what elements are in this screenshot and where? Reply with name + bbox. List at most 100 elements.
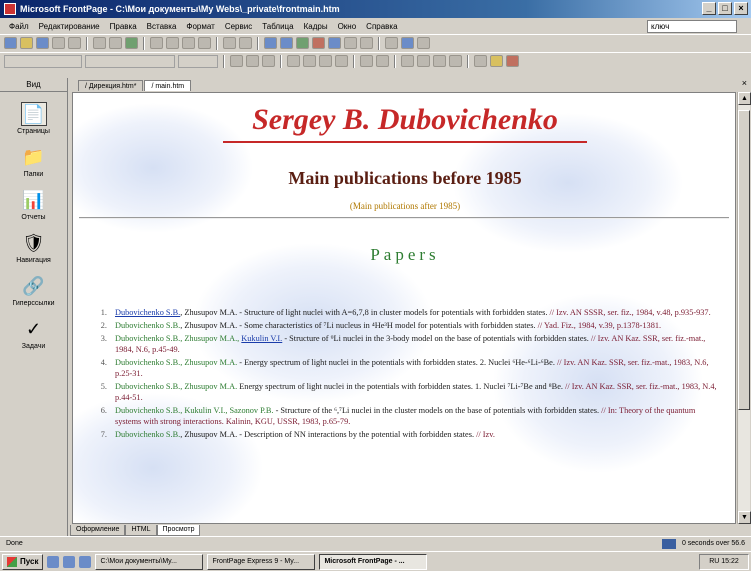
decrease-indent-icon[interactable]	[433, 55, 446, 67]
menu-tools[interactable]: Сервис	[220, 22, 257, 31]
author-name: Dubovichenko S.B., Zhusupov M.A.	[115, 358, 238, 367]
view-page-label: Страницы	[17, 128, 50, 135]
menu-edit[interactable]: Редактирование	[34, 22, 105, 31]
close-button[interactable]: ×	[734, 2, 748, 15]
close-document-icon[interactable]: ×	[742, 78, 747, 88]
tab-normal[interactable]: Оформление	[70, 525, 126, 536]
task-frontpage[interactable]: Microsoft FrontPage - ...	[319, 553, 428, 570]
minimize-button[interactable]: _	[702, 2, 716, 15]
quicklaunch-desktop-icon[interactable]	[63, 555, 76, 568]
author-name: Dubovichenko S.B., Zhusupov M.A.,	[115, 334, 242, 343]
increase-indent-icon[interactable]	[449, 55, 462, 67]
border-icon[interactable]	[474, 55, 487, 67]
numbering-icon[interactable]	[401, 55, 414, 67]
print-icon[interactable]	[93, 37, 106, 49]
justify-icon[interactable]	[335, 55, 348, 67]
scroll-down-icon[interactable]: ▼	[738, 511, 751, 524]
undo-icon[interactable]	[223, 37, 236, 49]
toolbar-separator	[467, 54, 469, 68]
save-icon[interactable]	[36, 37, 49, 49]
menu-file[interactable]: Файл	[4, 22, 34, 31]
align-center-icon[interactable]	[303, 55, 316, 67]
views-header: Вид	[0, 78, 67, 92]
open-icon[interactable]	[20, 37, 33, 49]
tab-html[interactable]: HTML	[125, 525, 157, 536]
copy-icon[interactable]	[166, 37, 179, 49]
font-color-icon[interactable]	[506, 55, 519, 67]
view-hyperlinks-label: Гиперссылки	[12, 300, 55, 307]
frontpage-app-icon[interactable]	[4, 3, 16, 15]
coauthor-link[interactable]: Kukulin V.I.	[241, 334, 282, 343]
insert-table-icon[interactable]	[280, 37, 293, 49]
download-time: 0 seconds over 56.6	[681, 540, 745, 547]
after-1985-link[interactable]: (Main publications after 1985)	[73, 201, 735, 211]
quicklaunch-outlook-icon[interactable]	[79, 555, 92, 568]
menu-table[interactable]: Таблица	[257, 22, 298, 31]
bold-icon[interactable]	[230, 55, 243, 67]
redo-icon[interactable]	[239, 37, 252, 49]
menu-format[interactable]: Формат	[181, 22, 219, 31]
increase-font-icon[interactable]	[360, 55, 373, 67]
publication-item: 4. Dubovichenko S.B., Zhusupov M.A. - Ene…	[100, 358, 709, 378]
format-painter-icon[interactable]	[198, 37, 211, 49]
scroll-up-icon[interactable]: ▲	[738, 92, 751, 105]
highlight-icon[interactable]	[490, 55, 503, 67]
help-question-input[interactable]: ключ	[647, 20, 737, 33]
task-explorer[interactable]: C:\Мои документы\My...	[95, 553, 204, 570]
author-name: Dubovichenko S.B.	[115, 321, 181, 330]
show-all-icon[interactable]	[385, 37, 398, 49]
underline-icon[interactable]	[262, 55, 275, 67]
menu-frames[interactable]: Кадры	[299, 22, 333, 31]
folder-list-icon[interactable]	[68, 37, 81, 49]
font-dropdown[interactable]	[85, 54, 175, 68]
refresh-icon[interactable]	[344, 37, 357, 49]
view-hyperlinks[interactable]: 🔗 Гиперссылки	[0, 274, 67, 308]
insert-picture-icon[interactable]	[296, 37, 309, 49]
tab-preview[interactable]: Просмотр	[156, 525, 201, 536]
author-link[interactable]: Dubovichenko S.B.	[115, 308, 180, 317]
web-component-icon[interactable]	[264, 37, 277, 49]
bullets-icon[interactable]	[417, 55, 430, 67]
style-dropdown[interactable]	[4, 54, 82, 68]
menu-insert[interactable]: Вставка	[142, 22, 182, 31]
menu-help[interactable]: Справка	[361, 22, 402, 31]
paste-icon[interactable]	[182, 37, 195, 49]
drawing-icon[interactable]	[312, 37, 325, 49]
publication-item: 6. Dubovichenko S.B., Kukulin V.I., Sazon…	[100, 406, 696, 426]
publication-item: 7. Dubovichenko S.B., Zhusupov M.A. - Des…	[100, 430, 495, 439]
toolbar-separator	[280, 54, 282, 68]
vertical-scrollbar[interactable]: ▲ ▼	[737, 92, 751, 524]
stop-icon[interactable]	[360, 37, 373, 49]
publish-icon[interactable]	[52, 37, 65, 49]
publication-item: 5. Dubovichenko S.B., Zhusupov M.A. Energ…	[100, 382, 717, 402]
preview-icon[interactable]	[109, 37, 122, 49]
hyperlink-icon[interactable]	[328, 37, 341, 49]
menu-window[interactable]: Окно	[333, 22, 362, 31]
view-tasks[interactable]: ✓ Задачи	[0, 317, 67, 351]
window-title: Microsoft FrontPage - C:\Мои документы\M…	[20, 4, 340, 14]
align-left-icon[interactable]	[287, 55, 300, 67]
view-navigation-label: Навигация	[16, 257, 51, 264]
doc-tab-direction[interactable]: / Дирекция.htm*	[78, 80, 144, 91]
view-navigation[interactable]: 🛡 Навигация	[0, 231, 67, 265]
close-doc-icon[interactable]	[417, 37, 430, 49]
task-frontpage-express[interactable]: FrontPage Express 9 - My...	[207, 553, 316, 570]
view-page[interactable]: 📄 Страницы	[0, 102, 67, 135]
view-folders[interactable]: 📁 Папки	[0, 145, 67, 179]
spelling-icon[interactable]	[125, 37, 138, 49]
page-canvas[interactable]: Sergey B. Dubovichenko Main publications…	[72, 92, 736, 524]
cut-icon[interactable]	[150, 37, 163, 49]
scroll-thumb[interactable]	[738, 110, 750, 410]
view-reports[interactable]: 📊 Отчеты	[0, 188, 67, 222]
menu-correct[interactable]: Правка	[105, 22, 142, 31]
decrease-font-icon[interactable]	[376, 55, 389, 67]
doc-tab-main[interactable]: / main.htm	[144, 80, 192, 91]
new-page-icon[interactable]	[4, 37, 17, 49]
maximize-button[interactable]: □	[718, 2, 732, 15]
help-icon[interactable]	[401, 37, 414, 49]
italic-icon[interactable]	[246, 55, 259, 67]
start-button[interactable]: Пуск	[2, 553, 44, 570]
font-size-dropdown[interactable]	[178, 54, 218, 68]
align-right-icon[interactable]	[319, 55, 332, 67]
quicklaunch-ie-icon[interactable]	[47, 555, 60, 568]
